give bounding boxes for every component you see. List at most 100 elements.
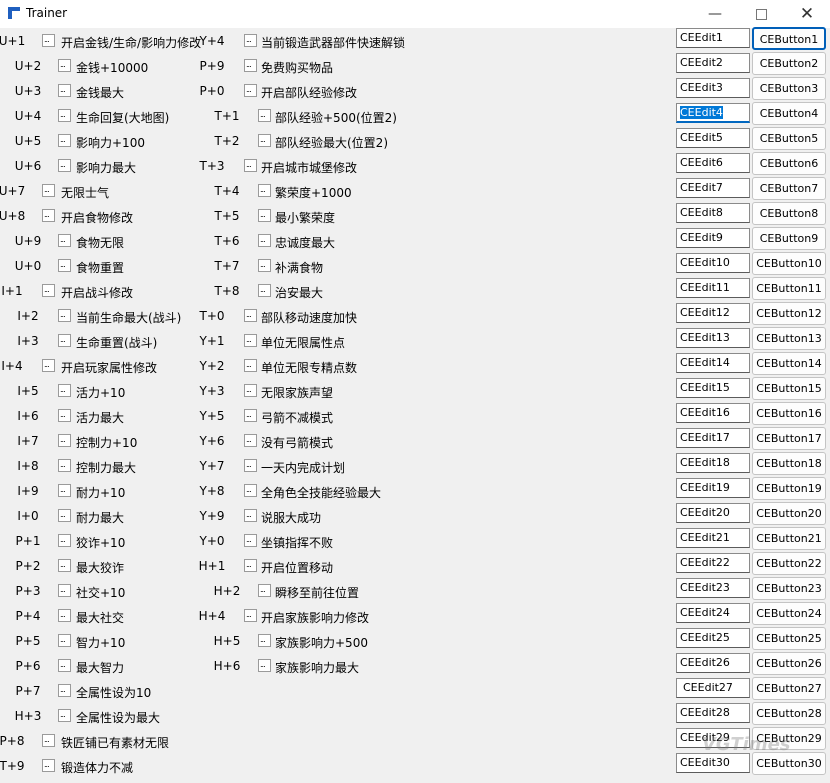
cheat-checkbox[interactable] bbox=[258, 284, 271, 297]
cheat-checkbox[interactable] bbox=[58, 634, 71, 647]
ce-button[interactable]: CEButton12 bbox=[752, 302, 826, 325]
ce-button[interactable]: CEButton2 bbox=[752, 52, 826, 75]
ce-button[interactable]: CEButton15 bbox=[752, 377, 826, 400]
ce-button[interactable]: CEButton17 bbox=[752, 427, 826, 450]
ce-button[interactable]: CEButton16 bbox=[752, 402, 826, 425]
cheat-checkbox[interactable] bbox=[58, 659, 71, 672]
ce-button[interactable]: CEButton25 bbox=[752, 627, 826, 650]
ce-edit[interactable]: CEEdit5 bbox=[676, 128, 750, 148]
cheat-checkbox[interactable] bbox=[244, 409, 257, 422]
cheat-checkbox[interactable] bbox=[244, 459, 257, 472]
maximize-button[interactable] bbox=[738, 0, 784, 28]
ce-button[interactable]: CEButton1 bbox=[752, 27, 826, 50]
ce-edit[interactable]: CEEdit11 bbox=[676, 278, 750, 298]
cheat-checkbox[interactable] bbox=[58, 459, 71, 472]
ce-button[interactable]: CEButton13 bbox=[752, 327, 826, 350]
ce-edit[interactable]: CEEdit18 bbox=[676, 453, 750, 473]
ce-button[interactable]: CEButton26 bbox=[752, 652, 826, 675]
cheat-checkbox[interactable] bbox=[58, 259, 71, 272]
ce-button[interactable]: CEButton7 bbox=[752, 177, 826, 200]
ce-edit[interactable]: CEEdit1 bbox=[676, 28, 750, 48]
cheat-checkbox[interactable] bbox=[244, 84, 257, 97]
cheat-checkbox[interactable] bbox=[244, 159, 257, 172]
ce-button[interactable]: CEButton28 bbox=[752, 702, 826, 725]
ce-button[interactable]: CEButton23 bbox=[752, 577, 826, 600]
cheat-checkbox[interactable] bbox=[42, 34, 55, 47]
cheat-checkbox[interactable] bbox=[58, 334, 71, 347]
ce-edit[interactable]: CEEdit4 bbox=[676, 103, 750, 123]
cheat-checkbox[interactable] bbox=[244, 534, 257, 547]
ce-edit[interactable]: CEEdit21 bbox=[676, 528, 750, 548]
ce-button[interactable]: CEButton10 bbox=[752, 252, 826, 275]
cheat-checkbox[interactable] bbox=[58, 484, 71, 497]
ce-edit[interactable]: CEEdit30 bbox=[676, 753, 750, 773]
ce-button[interactable]: CEButton5 bbox=[752, 127, 826, 150]
ce-edit[interactable]: CEEdit7 bbox=[676, 178, 750, 198]
cheat-checkbox[interactable] bbox=[258, 584, 271, 597]
cheat-checkbox[interactable] bbox=[58, 534, 71, 547]
ce-button[interactable]: CEButton6 bbox=[752, 152, 826, 175]
cheat-checkbox[interactable] bbox=[58, 384, 71, 397]
close-button[interactable]: ✕ bbox=[784, 0, 830, 28]
cheat-checkbox[interactable] bbox=[258, 109, 271, 122]
cheat-checkbox[interactable] bbox=[244, 59, 257, 72]
cheat-checkbox[interactable] bbox=[258, 259, 271, 272]
ce-button[interactable]: CEButton9 bbox=[752, 227, 826, 250]
ce-button[interactable]: CEButton19 bbox=[752, 477, 826, 500]
cheat-checkbox[interactable] bbox=[42, 734, 55, 747]
ce-button[interactable]: CEButton30 bbox=[752, 752, 826, 775]
cheat-checkbox[interactable] bbox=[244, 609, 257, 622]
ce-button[interactable]: CEButton21 bbox=[752, 527, 826, 550]
ce-button[interactable]: CEButton20 bbox=[752, 502, 826, 525]
cheat-checkbox[interactable] bbox=[58, 159, 71, 172]
cheat-checkbox[interactable] bbox=[58, 234, 71, 247]
ce-edit[interactable]: CEEdit14 bbox=[676, 353, 750, 373]
cheat-checkbox[interactable] bbox=[244, 309, 257, 322]
cheat-checkbox[interactable] bbox=[244, 334, 257, 347]
ce-button[interactable]: CEButton11 bbox=[752, 277, 826, 300]
cheat-checkbox[interactable] bbox=[58, 409, 71, 422]
cheat-checkbox[interactable] bbox=[244, 359, 257, 372]
ce-edit[interactable]: CEEdit24 bbox=[676, 603, 750, 623]
ce-edit[interactable]: CEEdit28 bbox=[676, 703, 750, 723]
cheat-checkbox[interactable] bbox=[58, 84, 71, 97]
cheat-checkbox[interactable] bbox=[258, 134, 271, 147]
ce-edit[interactable]: CEEdit3 bbox=[676, 78, 750, 98]
cheat-checkbox[interactable] bbox=[258, 209, 271, 222]
minimize-button[interactable]: — bbox=[692, 0, 738, 28]
ce-button[interactable]: CEButton27 bbox=[752, 677, 826, 700]
cheat-checkbox[interactable] bbox=[42, 184, 55, 197]
cheat-checkbox[interactable] bbox=[244, 509, 257, 522]
cheat-checkbox[interactable] bbox=[58, 134, 71, 147]
ce-edit[interactable]: CEEdit13 bbox=[676, 328, 750, 348]
cheat-checkbox[interactable] bbox=[58, 109, 71, 122]
ce-edit[interactable]: CEEdit8 bbox=[676, 203, 750, 223]
ce-edit[interactable]: CEEdit10 bbox=[676, 253, 750, 273]
cheat-checkbox[interactable] bbox=[244, 484, 257, 497]
ce-edit[interactable]: CEEdit6 bbox=[676, 153, 750, 173]
cheat-checkbox[interactable] bbox=[258, 184, 271, 197]
ce-edit[interactable]: CEEdit19 bbox=[676, 478, 750, 498]
ce-edit[interactable]: CEEdit16 bbox=[676, 403, 750, 423]
cheat-checkbox[interactable] bbox=[58, 684, 71, 697]
ce-button[interactable]: CEButton8 bbox=[752, 202, 826, 225]
cheat-checkbox[interactable] bbox=[42, 284, 55, 297]
cheat-checkbox[interactable] bbox=[58, 309, 71, 322]
ce-edit[interactable]: CEEdit9 bbox=[676, 228, 750, 248]
ce-edit[interactable]: CEEdit22 bbox=[676, 553, 750, 573]
ce-edit[interactable]: CEEdit2 bbox=[676, 53, 750, 73]
cheat-checkbox[interactable] bbox=[258, 659, 271, 672]
cheat-checkbox[interactable] bbox=[58, 434, 71, 447]
ce-button[interactable]: CEButton4 bbox=[752, 102, 826, 125]
ce-edit[interactable]: CEEdit23 bbox=[676, 578, 750, 598]
cheat-checkbox[interactable] bbox=[42, 209, 55, 222]
ce-button[interactable]: CEButton18 bbox=[752, 452, 826, 475]
ce-button[interactable]: CEButton22 bbox=[752, 552, 826, 575]
ce-edit[interactable]: CEEdit15 bbox=[676, 378, 750, 398]
ce-edit[interactable]: CEEdit26 bbox=[676, 653, 750, 673]
cheat-checkbox[interactable] bbox=[244, 384, 257, 397]
ce-edit[interactable]: CEEdit27 bbox=[676, 678, 750, 698]
cheat-checkbox[interactable] bbox=[58, 709, 71, 722]
cheat-checkbox[interactable] bbox=[258, 234, 271, 247]
cheat-checkbox[interactable] bbox=[58, 584, 71, 597]
